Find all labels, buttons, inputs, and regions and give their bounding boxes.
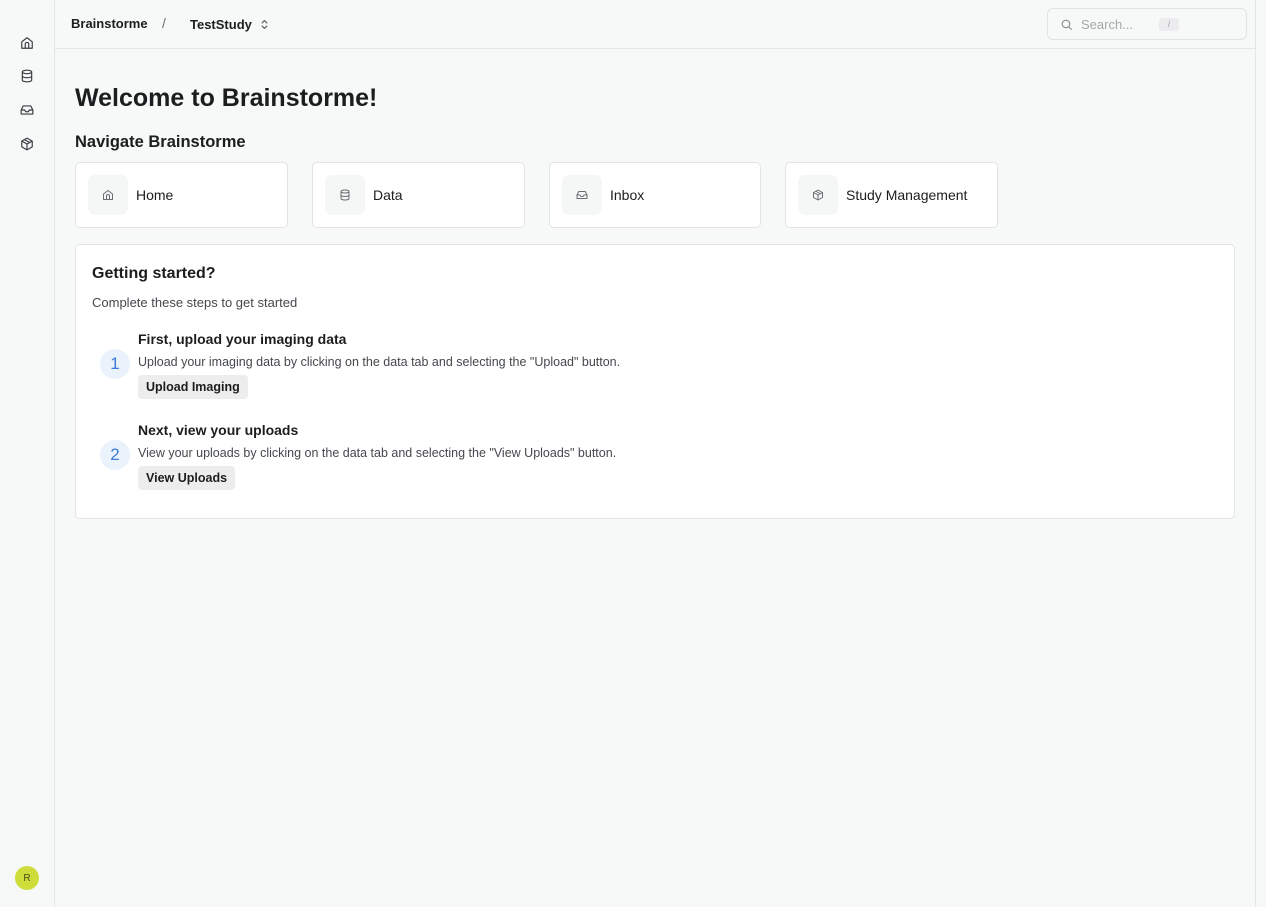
step-title: First, upload your imaging data xyxy=(138,331,347,347)
step-description: Upload your imaging data by clicking on … xyxy=(138,355,621,369)
breadcrumb-root[interactable]: Brainstorme xyxy=(71,16,148,31)
getting-started-card: Getting started? Complete these steps to… xyxy=(75,244,1235,519)
nav-card-icon-box xyxy=(325,175,365,215)
avatar-initial: R xyxy=(23,872,31,884)
breadcrumb-separator: / xyxy=(162,15,166,31)
view-uploads-button[interactable]: View Uploads xyxy=(138,466,236,490)
step-description: View your uploads by clicking on the dat… xyxy=(138,446,617,460)
study-selector[interactable]: TestStudy xyxy=(190,17,269,32)
search-input[interactable] xyxy=(1081,16,1151,32)
nav-card-home[interactable]: Home xyxy=(75,162,288,228)
upload-imaging-button[interactable]: Upload Imaging xyxy=(138,375,248,399)
avatar[interactable]: R xyxy=(15,866,39,890)
search-icon xyxy=(1061,19,1072,30)
study-name: TestStudy xyxy=(190,17,252,32)
nav-card-label: Study Management xyxy=(846,187,968,203)
nav-card-inbox[interactable]: Inbox xyxy=(549,162,761,228)
search-box[interactable]: / xyxy=(1047,8,1247,40)
nav-card-label: Home xyxy=(136,187,174,203)
step-number-badge: 1 xyxy=(100,349,130,379)
topbar: Brainstorme / TestStudy / xyxy=(55,0,1255,49)
chevrons-up-down-icon xyxy=(261,19,268,30)
nav-card-icon-box xyxy=(88,175,128,215)
search-shortcut-hint: / xyxy=(1159,17,1179,31)
nav-card-study-management[interactable]: Study Management xyxy=(785,162,998,228)
sidebar-item-data[interactable] xyxy=(18,67,36,85)
nav-card-icon-box xyxy=(562,175,602,215)
sidebar-item-inbox[interactable] xyxy=(18,101,36,119)
inbox-icon xyxy=(20,105,34,115)
nav-card-label: Inbox xyxy=(610,187,645,203)
nav-card-icon-box xyxy=(798,175,838,215)
page-title: Welcome to Brainstorme! xyxy=(75,84,378,112)
content-right-border xyxy=(1255,0,1256,907)
nav-card-data[interactable]: Data xyxy=(312,162,525,228)
step-title: Next, view your uploads xyxy=(138,422,299,438)
navigate-heading: Navigate Brainstorme xyxy=(75,133,246,151)
getting-started-title: Getting started? xyxy=(92,265,216,282)
database-icon xyxy=(21,69,33,83)
home-icon xyxy=(21,37,33,49)
sidebar-item-home[interactable] xyxy=(18,34,36,52)
step-number-badge: 2 xyxy=(100,440,130,470)
sidebar-item-study-management[interactable] xyxy=(18,135,36,153)
home-icon xyxy=(103,190,113,200)
sidebar: R xyxy=(0,0,55,907)
codesandbox-icon xyxy=(21,137,33,151)
codesandbox-icon xyxy=(813,189,823,201)
inbox-icon xyxy=(576,191,588,199)
database-icon xyxy=(340,189,350,201)
nav-card-label: Data xyxy=(373,187,403,203)
getting-started-description: Complete these steps to get started xyxy=(92,295,298,310)
